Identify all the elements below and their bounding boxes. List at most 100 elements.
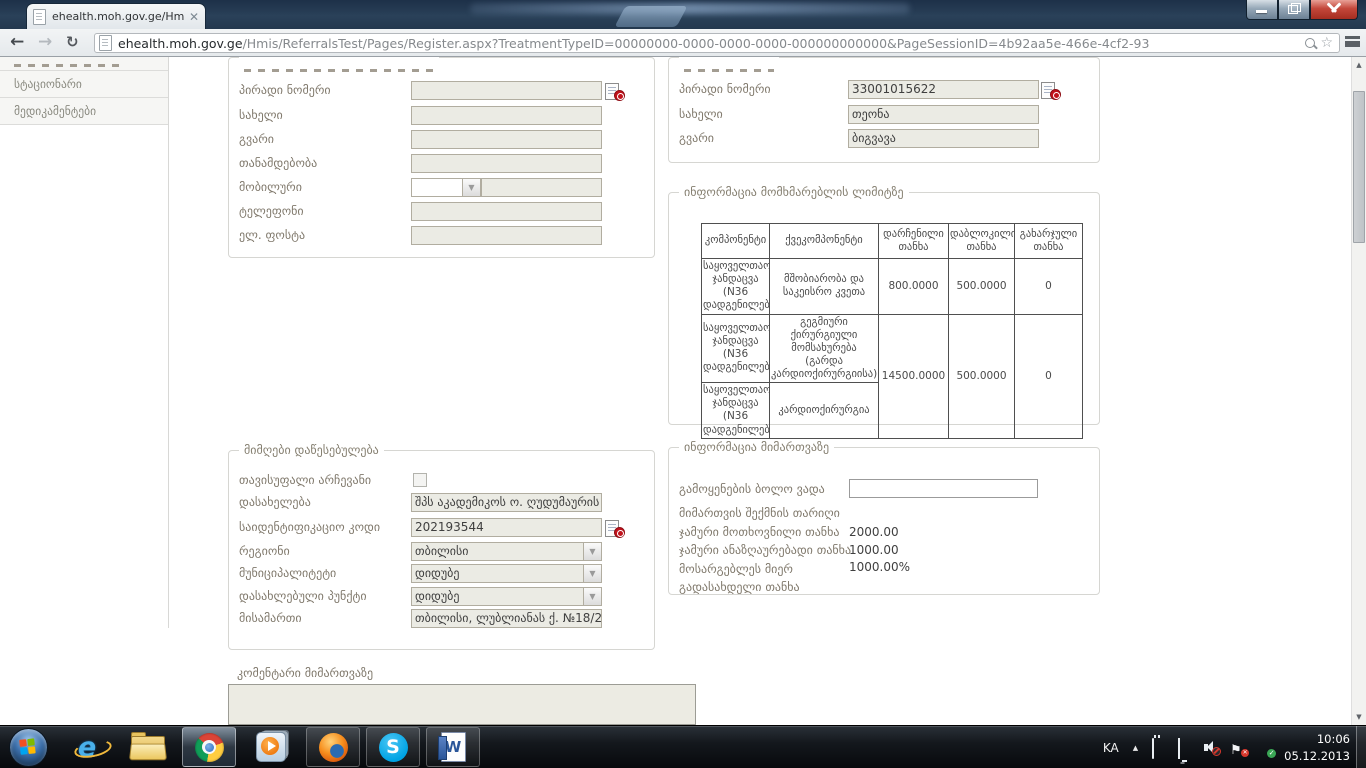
close-button[interactable] [1310, 0, 1358, 20]
scroll-down-icon[interactable]: ▼ [1352, 709, 1366, 725]
taskbar-media-player[interactable] [244, 727, 298, 767]
sidebar-item-clipped[interactable] [0, 57, 168, 71]
tab-close-icon[interactable]: ✕ [189, 12, 199, 22]
url-bar[interactable]: ehealth.moh.gov.ge/Hmis/ReferralsTest/Pa… [94, 33, 1340, 53]
back-button[interactable]: ← [10, 31, 24, 53]
media-player-icon [256, 732, 286, 762]
receiver-form: მიმღები დაწესებულება თავისუფალი არჩევანი… [228, 450, 655, 650]
col-subcomponent: ქვეკომპონენტი [770, 224, 879, 259]
page-favicon-icon [33, 9, 46, 25]
taskbar-file-explorer[interactable] [120, 727, 174, 767]
power-icon[interactable] [1152, 739, 1169, 756]
payable-amount-value: 1000.00% [849, 560, 910, 574]
start-button[interactable] [9, 728, 48, 767]
author-position-input[interactable] [411, 154, 602, 173]
free-choice-label: თავისუფალი არჩევანი [239, 473, 371, 487]
taskbar-internet-explorer[interactable]: e [60, 727, 114, 767]
comment-label: კომენტარი მიმართვაზე [237, 666, 373, 680]
expiry-label: გამოყენების ბოლო ვადა [679, 482, 825, 496]
patient-form-legend-clipped [679, 57, 779, 63]
taskbar-firefox[interactable] [306, 727, 360, 767]
patient-surname-input[interactable]: ბიგვავა [848, 129, 1039, 148]
author-email-input[interactable] [411, 226, 602, 245]
reimbursable-amount-value: 1000.00 [849, 543, 899, 557]
scrollbar-thumb[interactable] [1353, 91, 1365, 243]
taskbar-chrome[interactable] [182, 727, 236, 767]
author-phone-input[interactable] [411, 202, 602, 221]
address-label: მისამართი [239, 611, 302, 625]
screen: ehealth.moh.gov.ge/Hmis ✕ ← → ↻ ehealth.… [0, 0, 1366, 768]
show-desktop-button[interactable] [1356, 726, 1366, 768]
patient-pid-label: პირადი ნომერი [679, 82, 771, 96]
address-input[interactable]: თბილისი, ლუბლიანას ქ. №18/20 [411, 609, 602, 628]
chrome-menu-icon[interactable] [1345, 36, 1360, 47]
action-center-flag-icon[interactable]: ⚑✕ [1230, 739, 1247, 756]
region-select[interactable]: თბილისი▼ [411, 542, 602, 561]
requested-amount-value: 2000.00 [849, 525, 899, 539]
free-choice-checkbox[interactable] [413, 473, 427, 487]
receiver-name-input[interactable]: შპს აკადემიკოს ო. ღუდუმაურის ს [411, 493, 602, 512]
expiry-input[interactable] [849, 479, 1038, 498]
new-tab-button[interactable] [614, 6, 687, 27]
refresh-button[interactable]: ↻ [66, 31, 79, 53]
show-hidden-icons[interactable]: ▲ [1133, 744, 1138, 752]
author-name-input[interactable] [411, 106, 602, 125]
author-mobile-label: მობილური [239, 180, 302, 194]
receiver-legend: მიმღები დაწესებულება [239, 443, 384, 457]
author-email-label: ელ. ფოსტა [239, 228, 305, 242]
taskbar-word[interactable]: W [426, 727, 480, 767]
clock[interactable]: 10:06 05.12.2013 [1284, 731, 1350, 764]
col-component: კომპონენტი [702, 224, 770, 259]
network-icon[interactable] [1178, 739, 1195, 756]
patient-name-input[interactable]: თეონა [848, 105, 1039, 124]
limit-row-2: საყოველთაო ჯანდაცვა (N36 დადგენილება) გე… [702, 314, 1083, 383]
receiver-code-input[interactable]: 202193544 [411, 518, 602, 537]
forward-button[interactable]: → [38, 31, 52, 53]
restore-button[interactable] [1278, 0, 1310, 20]
browser-tab[interactable]: ehealth.moh.gov.ge/Hmis ✕ [26, 3, 206, 29]
receiver-name-label: დასახელება [239, 495, 311, 509]
comment-textarea[interactable] [228, 684, 696, 725]
skype-icon: S [379, 733, 408, 762]
zoom-icon[interactable] [1305, 38, 1315, 48]
internet-explorer-icon: e [78, 732, 96, 763]
patient-pid-input[interactable]: 33001015622 [848, 80, 1039, 99]
minimize-button[interactable] [1246, 0, 1278, 20]
person-lookup-icon[interactable] [605, 83, 625, 100]
page-scrollbar[interactable]: ▲ ▼ [1351, 57, 1366, 725]
scroll-up-icon[interactable]: ▲ [1352, 57, 1366, 73]
url-text: ehealth.moh.gov.ge/Hmis/ReferralsTest/Pa… [118, 36, 1300, 51]
patient-form: პირადი ნომერი 33001015622 სახელი თეონა გ… [668, 57, 1100, 163]
municipality-select[interactable]: დიდუბე▼ [411, 564, 602, 583]
patient-lookup-icon[interactable] [1041, 82, 1061, 99]
tray-time: 10:06 [1317, 732, 1350, 746]
limit-table: კომპონენტი ქვეკომპონენტი დარჩენილი თანხა… [701, 223, 1083, 439]
system-tray: KA ▲ ⚑✕ ✓ 10:06 05.12.2013 [1103, 726, 1356, 768]
author-form: პირადი ნომერი სახელი გვარი თანამდებობა მ… [228, 57, 655, 258]
language-indicator[interactable]: KA [1103, 741, 1119, 755]
author-mobile-input[interactable] [481, 178, 602, 197]
tray-date: 05.12.2013 [1284, 749, 1350, 763]
bookmark-star-icon[interactable]: ☆ [1320, 35, 1333, 51]
taskbar-skype[interactable]: S [366, 727, 420, 767]
taskbar: e S W KA ▲ ⚑✕ ✓ 10:06 [0, 725, 1366, 768]
sidebar-item-stationary[interactable]: სტაციონარი [0, 71, 168, 98]
web-page: სტაციონარი მედიკამენტები პირადი ნომერი ს… [0, 57, 1351, 725]
author-position-label: თანამდებობა [239, 156, 317, 170]
author-phone-label: ტელეფონი [239, 204, 304, 218]
institution-lookup-icon[interactable] [605, 520, 625, 537]
sidebar-item-medications[interactable]: მედიკამენტები [0, 98, 168, 125]
sidebar: სტაციონარი მედიკამენტები [0, 57, 169, 628]
author-mobile-prefix-select[interactable]: ▼ [411, 178, 481, 197]
patient-name-label: სახელი [679, 107, 723, 121]
patient-surname-label: გვარი [679, 131, 714, 145]
author-surname-input[interactable] [411, 130, 602, 149]
col-remaining: დარჩენილი თანხა [879, 224, 949, 259]
settlement-select[interactable]: დიდუბე▼ [411, 587, 602, 606]
limit-table-header-row: კომპონენტი ქვეკომპონენტი დარჩენილი თანხა… [702, 224, 1083, 259]
volume-muted-icon[interactable] [1204, 739, 1221, 756]
dropbox-icon[interactable]: ✓ [1256, 739, 1273, 756]
author-pid-input[interactable] [411, 81, 602, 100]
author-name-label: სახელი [239, 108, 283, 122]
page-icon [99, 35, 112, 51]
